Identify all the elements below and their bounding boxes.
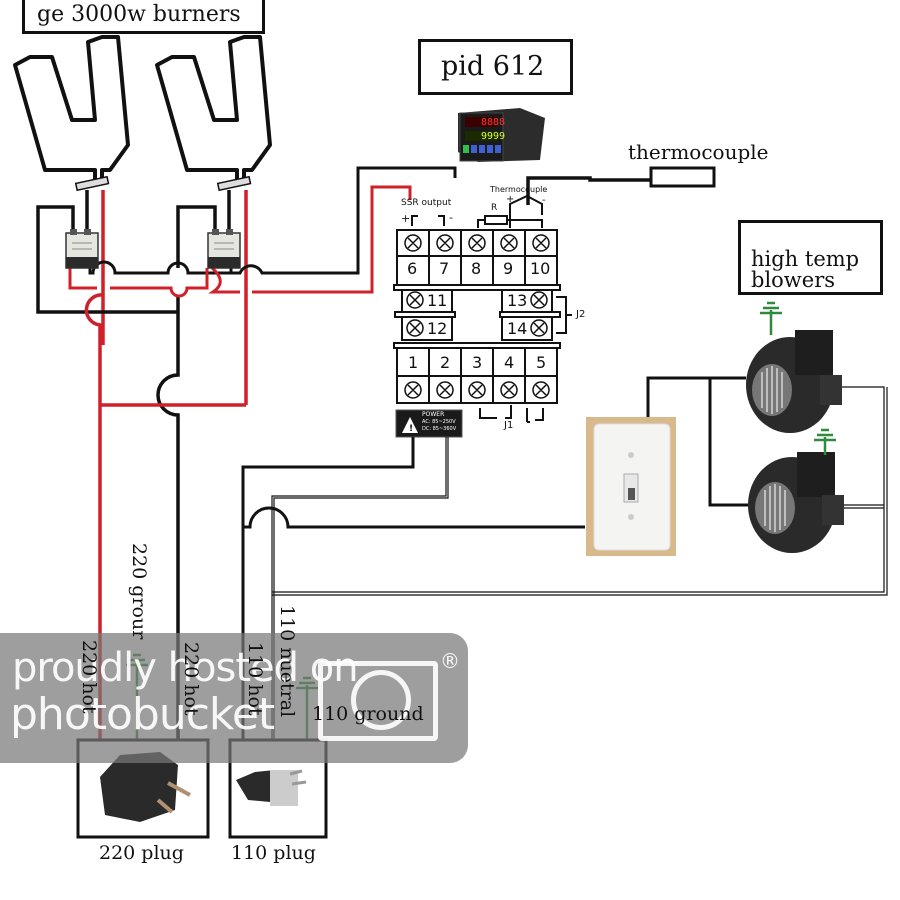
j1-label: J1 [504, 420, 514, 431]
label-220-hot-a: 220 hot [78, 640, 100, 714]
terminal-10: 10 [530, 259, 551, 278]
blowers-title-line2: blowers [751, 268, 836, 292]
terminal-7: 7 [439, 259, 450, 278]
thermocouple-terminal-label: Thermocouple [490, 185, 548, 194]
pid-display-top: 8888 [481, 117, 505, 128]
tc-plus-label: + [506, 194, 515, 205]
terminal-1: 1 [408, 353, 419, 372]
terminal-5: 5 [536, 353, 547, 372]
burner-bracket-right [216, 175, 252, 192]
tc-minus-label: - [542, 195, 546, 206]
burners-title-box: ge 3000w burners [22, 0, 265, 34]
label-220-ground: 220 grour [128, 543, 150, 640]
label-220-hot-b: 220 hot [180, 642, 202, 716]
thermocouple-probe [526, 166, 716, 205]
terminal-3: 3 [472, 353, 483, 372]
terminal-4: 4 [504, 353, 515, 372]
label-110-hot: 110 hot [244, 642, 266, 716]
burners-title: ge 3000w burners [37, 2, 241, 27]
j2-label: J2 [576, 309, 586, 320]
pid-title: pid 612 [441, 51, 545, 82]
wall-switch [586, 417, 676, 556]
pid-display-bottom: 9999 [481, 131, 505, 142]
ssr-relay-right [207, 229, 241, 269]
ssr-minus-label: - [449, 211, 453, 224]
ground-symbol-blower-upper [760, 301, 782, 335]
blower-upper [746, 330, 842, 433]
ssr-plus-label: + [401, 212, 411, 225]
burner-element-right [155, 35, 272, 180]
label-110-neutral: 110 nuetral [276, 605, 298, 718]
thermocouple-title: thermocouple [628, 140, 769, 164]
camera-icon [318, 661, 438, 741]
power-ac-rating: AC: 85~250V [422, 419, 456, 425]
resistor-label: R [491, 203, 498, 213]
terminal-11: 11 [427, 291, 448, 310]
terminal-2: 2 [440, 353, 451, 372]
power-dc-rating: DC: 85~360V [422, 426, 457, 432]
svg-text:!: ! [409, 424, 413, 434]
terminal-8: 8 [471, 259, 482, 278]
power-label: POWER [422, 411, 445, 418]
watermark-line2: photobucket [10, 689, 275, 740]
label-110-ground: 110 ground [312, 703, 424, 725]
terminal-13: 13 [507, 291, 528, 310]
terminal-14: 14 [507, 319, 528, 338]
pid-title-box: pid 612 [418, 39, 573, 95]
ssr-relay-left [65, 229, 99, 269]
blowers-title-box: high temp blowers [738, 220, 883, 295]
photobucket-watermark: proudly hosted on photobucket ® [0, 633, 468, 763]
terminal-12: 12 [427, 319, 448, 338]
burner-element-left [13, 35, 130, 180]
registered-mark: ® [440, 649, 460, 673]
terminal-9: 9 [503, 259, 514, 278]
blower-lower [748, 452, 844, 553]
ground-symbol-blower-lower [814, 428, 836, 455]
plug-220-label: 220 plug [99, 842, 184, 864]
terminal-6: 6 [407, 259, 418, 278]
burner-bracket-left [74, 175, 110, 192]
ssr-output-label: SSR output [401, 198, 452, 208]
wiring-diagram: 8888 9999 ! [13, 35, 888, 839]
plug-110-label: 110 plug [231, 842, 316, 864]
